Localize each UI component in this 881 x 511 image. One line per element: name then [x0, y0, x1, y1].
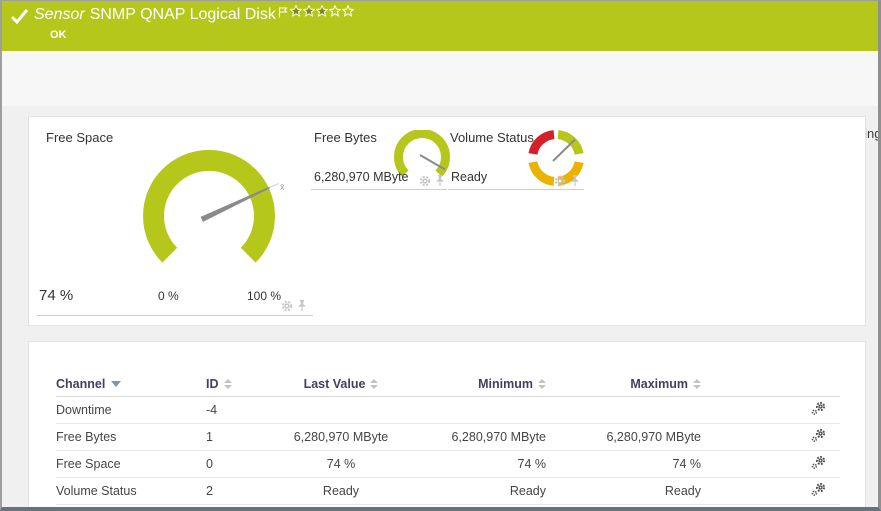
cell-last-value: 6,280,970 MByte	[261, 423, 421, 450]
cell-channel: Downtime	[56, 396, 206, 423]
gauge-settings-gear-icon[interactable]	[419, 175, 431, 187]
pin-icon[interactable]	[297, 299, 307, 312]
channel-settings-gear-icon[interactable]	[811, 428, 826, 446]
cell-minimum: 74 %	[421, 450, 546, 477]
volume-status-value: Ready	[451, 170, 487, 184]
channels-panel: Channel ID Last Value Minimum Maximum Do…	[28, 341, 866, 511]
gauge-title-free-space: Free Space	[46, 130, 113, 145]
cell-last-value	[261, 396, 421, 423]
free-space-value: 74 %	[39, 287, 73, 304]
channel-settings-gear-icon[interactable]	[811, 455, 826, 473]
channels-table: Channel ID Last Value Minimum Maximum Do…	[56, 372, 840, 505]
cell-last-value: Ready	[261, 477, 421, 504]
table-row: Volume Status 2 Ready Ready Ready	[56, 477, 840, 504]
gauge-title-volume-status: Volume Status	[450, 130, 534, 145]
star-filled-icon[interactable]	[303, 5, 315, 17]
cell-maximum	[546, 396, 701, 423]
table-row: Free Space 0 74 % 74 % 74 %	[56, 450, 840, 477]
channel-settings-gear-icon[interactable]	[811, 482, 826, 500]
gauge-title-free-bytes: Free Bytes	[314, 130, 377, 145]
channel-settings-gear-icon[interactable]	[811, 401, 826, 419]
flag-icon[interactable]	[278, 5, 288, 23]
column-header-minimum[interactable]: Minimum	[421, 372, 546, 396]
cell-channel: Volume Status	[56, 477, 206, 504]
sort-icon	[224, 379, 232, 389]
cell-maximum: 6,280,970 MByte	[546, 423, 701, 450]
table-row: Free Bytes 1 6,280,970 MByte 6,280,970 M…	[56, 423, 840, 450]
star-empty-icon[interactable]	[342, 5, 354, 17]
column-header-id[interactable]: ID	[206, 372, 261, 396]
pin-icon[interactable]	[570, 174, 580, 187]
gauge-needle	[553, 140, 575, 162]
sort-icon	[538, 379, 546, 389]
page-title: SNMP QNAP Logical Disk	[90, 6, 276, 23]
gauge-marker-icon: x̄	[280, 182, 285, 192]
sort-icon	[693, 379, 701, 389]
gauges-panel: Free Space x̄ 74 % 0 % 100 % Free Bytes	[28, 116, 866, 326]
star-empty-icon[interactable]	[329, 5, 341, 17]
free-bytes-value: 6,280,970 MByte	[314, 170, 409, 184]
cell-minimum	[421, 396, 546, 423]
table-header-row: Channel ID Last Value Minimum Maximum	[56, 372, 840, 396]
sensor-header: Sensor SNMP QNAP Logical Disk OK	[2, 1, 878, 51]
cell-id: -4	[206, 396, 261, 423]
table-row: Downtime -4	[56, 396, 840, 423]
cell-channel: Free Space	[56, 450, 206, 477]
tab-bar: Overview Live Data 2days 30days 365days …	[2, 51, 878, 106]
cell-minimum: Ready	[421, 477, 546, 504]
column-header-maximum[interactable]: Maximum	[546, 372, 701, 396]
priority-stars[interactable]	[290, 5, 354, 17]
sort-desc-icon	[111, 381, 121, 387]
cell-minimum: 6,280,970 MByte	[421, 423, 546, 450]
cell-maximum: 74 %	[546, 450, 701, 477]
cell-channel: Free Bytes	[56, 423, 206, 450]
cell-id: 2	[206, 477, 261, 504]
gauge-settings-gear-icon[interactable]	[554, 175, 566, 187]
cell-maximum: Ready	[546, 477, 701, 504]
column-header-channel[interactable]: Channel	[56, 372, 206, 396]
cell-id: 0	[206, 450, 261, 477]
star-filled-icon[interactable]	[290, 5, 302, 17]
free-space-gauge: x̄	[106, 138, 306, 298]
cell-id: 1	[206, 423, 261, 450]
sensor-type-label: Sensor	[34, 6, 85, 23]
cell-last-value: 74 %	[261, 450, 421, 477]
status-badge: OK	[50, 29, 67, 41]
gauge-scale-max: 100 %	[247, 289, 281, 303]
pin-icon[interactable]	[435, 174, 445, 187]
status-ok-check-icon	[11, 9, 28, 29]
column-header-last-value[interactable]: Last Value	[261, 372, 421, 396]
star-filled-icon[interactable]	[316, 5, 328, 17]
sort-icon	[370, 379, 378, 389]
gauge-settings-gear-icon[interactable]	[281, 300, 293, 312]
gauge-scale-min: 0 %	[158, 289, 179, 303]
app-window: SensorSNMP QNAP Logical Disk OK Overview	[0, 0, 881, 511]
